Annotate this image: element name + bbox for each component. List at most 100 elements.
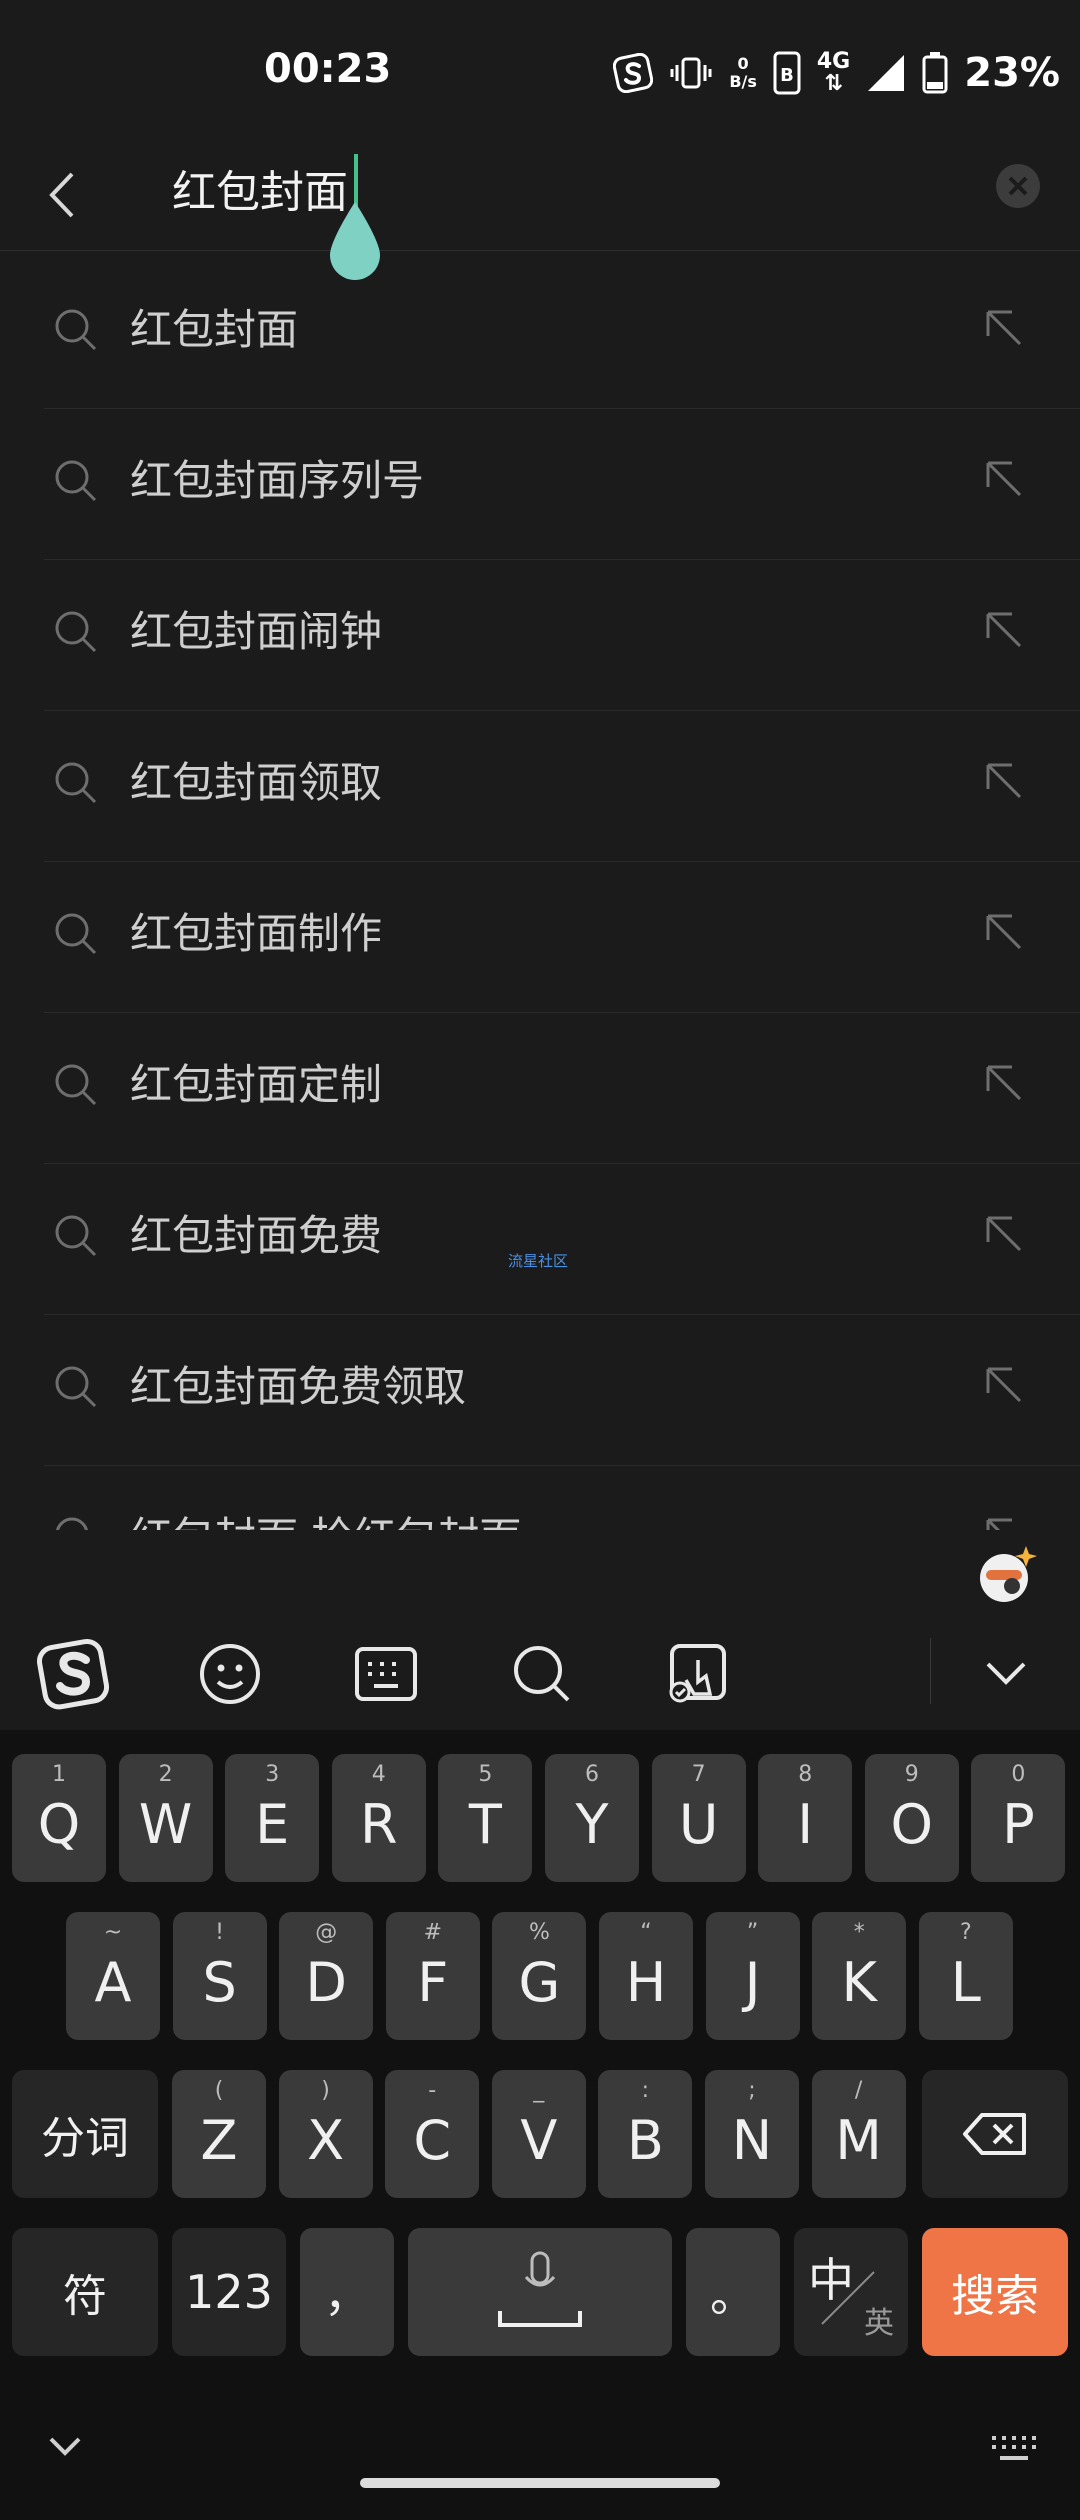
suggestion-item[interactable]: 红包封面领取: [0, 711, 1080, 862]
key-b[interactable]: :B: [598, 2070, 693, 2198]
handwriting-button[interactable]: [660, 1636, 736, 1712]
back-button[interactable]: [36, 162, 86, 228]
keyboard-icon: [355, 1647, 417, 1701]
suggestion-list: 红包封面 红包封面序列号 红包封面闹钟 红包封面领取 红包封面制作 红包封面定制…: [0, 258, 1080, 1530]
key-secondary-label: 9: [904, 1762, 919, 1787]
numeric-key[interactable]: 123: [172, 2228, 286, 2356]
key-a[interactable]: ~ A: [66, 1912, 160, 2040]
key-d[interactable]: @ D: [279, 1912, 374, 2040]
key-i[interactable]: 8I: [758, 1754, 853, 1882]
key-v[interactable]: _ V: [491, 2070, 586, 2198]
key-secondary-label: #: [423, 1920, 443, 1945]
key-e[interactable]: 3E: [225, 1754, 320, 1882]
suggestion-item[interactable]: 红包封面闹钟: [0, 560, 1080, 711]
backspace-key[interactable]: [922, 2070, 1068, 2198]
sogou-notification-icon: [613, 53, 654, 93]
fill-query-icon[interactable]: [982, 759, 1026, 803]
key-secondary-label: “: [640, 1920, 652, 1945]
search-enter-key[interactable]: 搜索: [922, 2228, 1068, 2356]
search-icon: [514, 1646, 570, 1702]
suggestion-text: 红包封面: [130, 305, 299, 354]
symbol-key[interactable]: 符: [12, 2228, 158, 2356]
fill-query-icon[interactable]: [982, 608, 1026, 652]
segment-key[interactable]: 分词: [12, 2070, 158, 2198]
search-icon: [55, 1517, 89, 1530]
key-label: H: [625, 1951, 667, 2014]
key-o[interactable]: 9O: [864, 1754, 959, 1882]
key-label: W: [138, 1793, 193, 1856]
suggestion-item[interactable]: 红包封面 抢红包封面: [0, 1466, 1080, 1530]
suggestion-item[interactable]: 红包封面: [0, 258, 1080, 409]
key-h[interactable]: “H: [599, 1912, 693, 2040]
suggestion-item[interactable]: 红包封面制作: [0, 862, 1080, 1013]
key-x[interactable]: ) X: [278, 2070, 373, 2198]
key-k[interactable]: * K: [812, 1912, 907, 2040]
suggestion-text: 红包封面领取: [130, 758, 383, 807]
suggestion-item[interactable]: 红包封面免费领取: [0, 1315, 1080, 1466]
search-input[interactable]: 红包封面: [172, 160, 348, 226]
key-u[interactable]: 7U: [651, 1754, 746, 1882]
space-key[interactable]: [408, 2228, 672, 2356]
search-icon: [55, 1366, 97, 1408]
key-p[interactable]: 0P: [971, 1754, 1066, 1882]
key-secondary-label: 4: [371, 1762, 386, 1787]
key-secondary-label: ?: [959, 1920, 972, 1945]
key-label: N: [731, 2109, 773, 2172]
key-label: D: [305, 1951, 347, 2014]
suggestion-item[interactable]: 红包封面免费: [0, 1164, 1080, 1315]
key-q[interactable]: 1Q: [12, 1754, 106, 1882]
key-r[interactable]: 4R: [331, 1754, 426, 1882]
key-secondary-label: 1: [52, 1762, 66, 1787]
key-label: Y: [575, 1793, 609, 1856]
fill-query-icon[interactable]: [982, 457, 1026, 501]
watermark-text: 流星社区: [508, 1252, 569, 1270]
keyboard-layout-button[interactable]: [348, 1636, 424, 1712]
fill-query-icon[interactable]: [982, 1363, 1026, 1407]
key-label: U: [678, 1793, 719, 1856]
fill-query-icon[interactable]: [982, 1212, 1026, 1256]
keyboard-switch-icon[interactable]: [988, 2434, 1040, 2464]
comma-key[interactable]: ，: [300, 2228, 394, 2356]
suggestion-item[interactable]: 红包封面序列号: [0, 409, 1080, 560]
key-label: B: [626, 2109, 664, 2172]
key-secondary-label: ): [321, 2078, 330, 2103]
key-g[interactable]: % G: [492, 1912, 587, 2040]
key-j[interactable]: ” J: [705, 1912, 800, 2040]
collapse-keyboard-button[interactable]: [968, 1636, 1044, 1712]
key-label: E: [255, 1793, 290, 1856]
key-l[interactable]: ? L: [918, 1912, 1013, 2040]
hide-keyboard-chevron-icon[interactable]: [48, 2436, 82, 2458]
sogou-logo-button[interactable]: [36, 1636, 112, 1712]
language-switch-key[interactable]: 中 英: [794, 2228, 908, 2356]
english-label: 英: [864, 2306, 894, 2341]
fill-query-icon[interactable]: [982, 1061, 1026, 1105]
key-t[interactable]: 5T: [438, 1754, 533, 1882]
keyboard-search-button[interactable]: [504, 1636, 580, 1712]
key-f[interactable]: # F: [385, 1912, 480, 2040]
key-c[interactable]: -C: [385, 2070, 480, 2198]
emoji-button[interactable]: [192, 1636, 268, 1712]
search-icon: [55, 611, 97, 653]
key-secondary-label: :: [641, 2078, 650, 2103]
key-n[interactable]: ; N: [705, 2070, 799, 2198]
suggestion-text: 红包封面免费: [130, 1211, 383, 1260]
close-icon: [1008, 176, 1028, 196]
key-z[interactable]: (Z: [172, 2070, 266, 2198]
mascot-icon[interactable]: [974, 1542, 1038, 1606]
fill-query-icon[interactable]: [982, 910, 1026, 954]
key-s[interactable]: ! S: [172, 1912, 267, 2040]
suggestion-item[interactable]: 红包封面定制: [0, 1013, 1080, 1164]
search-icon: [55, 913, 97, 955]
key-w[interactable]: 2W: [118, 1754, 213, 1882]
key-y[interactable]: 6Y: [545, 1754, 639, 1882]
key-m[interactable]: / M: [811, 2070, 906, 2198]
period-key[interactable]: 。: [686, 2228, 780, 2356]
key-secondary-label: -: [428, 2078, 437, 2103]
fill-query-icon[interactable]: [982, 1514, 1026, 1530]
clear-button[interactable]: [996, 164, 1040, 208]
fill-query-icon[interactable]: [982, 306, 1026, 350]
search-icon: [55, 460, 97, 502]
suggestion-text: 红包封面 抢红包封面: [130, 1510, 521, 1530]
key-label: L: [950, 1951, 981, 2014]
home-indicator[interactable]: [360, 2478, 720, 2488]
